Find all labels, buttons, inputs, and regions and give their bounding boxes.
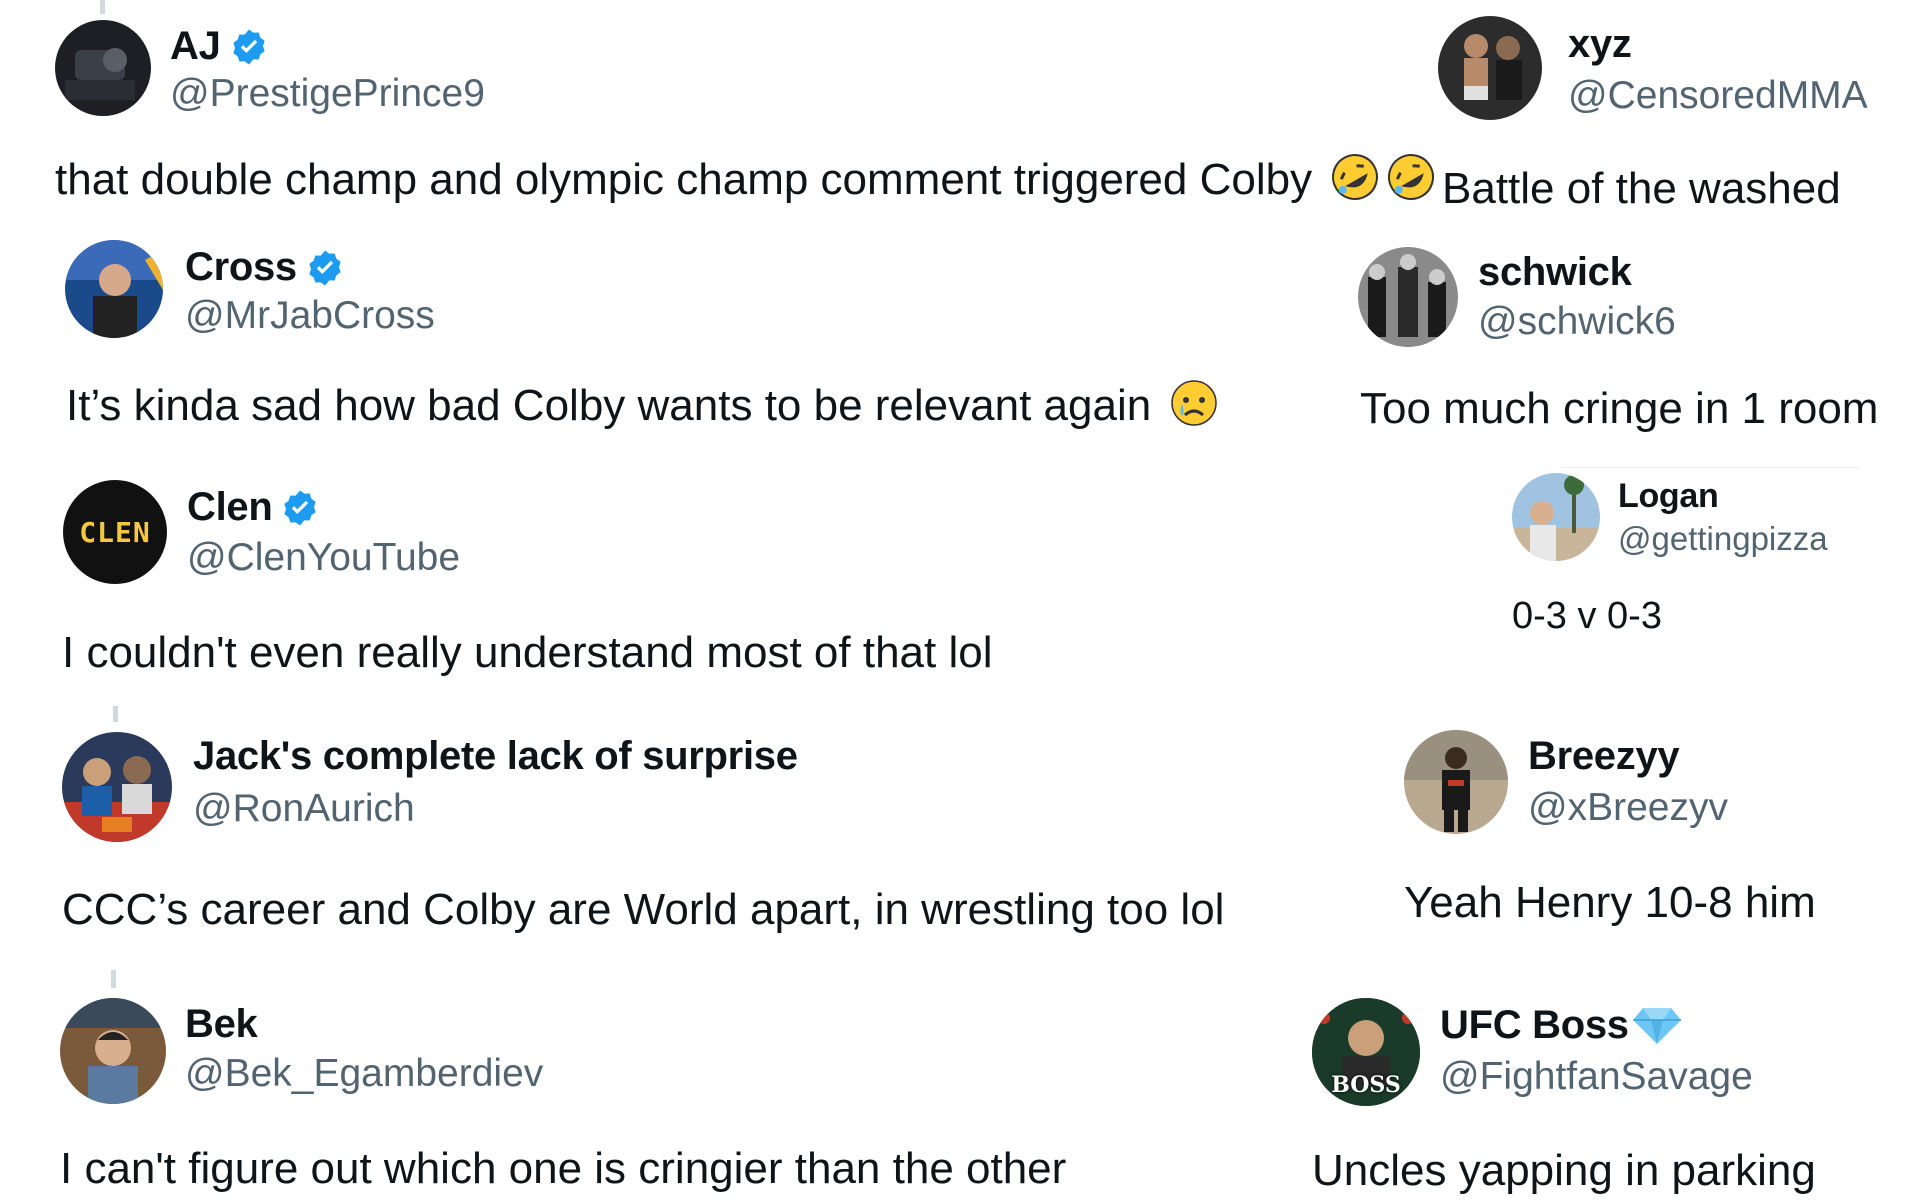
- display-name[interactable]: xyz: [1568, 22, 1632, 67]
- divider: [1560, 467, 1860, 468]
- gem-stone-icon: [1632, 1006, 1681, 1046]
- user-handle[interactable]: @PrestigePrince9: [170, 72, 485, 116]
- user-handle[interactable]: @FightfanSavage: [1440, 1055, 1753, 1099]
- user-handle[interactable]: @MrJabCross: [185, 294, 435, 338]
- tweet-text: that double champ and olympic champ comm…: [55, 152, 1436, 205]
- thread-connector-line: [113, 706, 118, 722]
- user-handle[interactable]: @schwick6: [1478, 300, 1676, 344]
- avatar[interactable]: [1438, 16, 1542, 120]
- user-handle[interactable]: @Bek_Egamberdiev: [185, 1052, 543, 1096]
- user-handle[interactable]: @CensoredMMA: [1568, 74, 1868, 118]
- tweet-text: I can't figure out which one is cringier…: [60, 1144, 1067, 1193]
- tweet-text: CCC’s career and Colby are World apart, …: [62, 885, 1225, 934]
- tweet-text: Uncles yapping in parking: [1312, 1146, 1816, 1195]
- user-handle[interactable]: @xBreezyv: [1528, 786, 1728, 830]
- tweet-text: I couldn't even really understand most o…: [62, 628, 993, 677]
- crying-face-emoji-icon: [1169, 378, 1219, 428]
- avatar-logo-text: BOSS: [1331, 1072, 1401, 1098]
- avatar[interactable]: [1358, 247, 1458, 347]
- avatar[interactable]: [1404, 730, 1508, 834]
- display-name[interactable]: schwick: [1478, 250, 1632, 295]
- verified-badge-icon: [305, 248, 345, 288]
- avatar[interactable]: [65, 240, 163, 338]
- verified-badge-icon: [280, 488, 320, 528]
- tweet-text-content: that double champ and olympic champ comm…: [55, 155, 1313, 204]
- tweet-text: 0-3 v 0-3: [1512, 595, 1662, 637]
- display-name[interactable]: Breezyy: [1528, 734, 1680, 779]
- verified-badge-icon: [229, 27, 269, 67]
- display-name[interactable]: Jack's complete lack of surprise: [193, 734, 798, 779]
- tweet-text: Too much cringe in 1 room: [1360, 384, 1879, 433]
- display-name[interactable]: AJ: [170, 24, 221, 69]
- avatar[interactable]: [60, 998, 166, 1104]
- tweet-text-content: It’s kinda sad how bad Colby wants to be…: [66, 381, 1152, 430]
- rolling-on-floor-laughing-emoji-icon: [1386, 152, 1436, 202]
- user-handle[interactable]: @gettingpizza: [1618, 520, 1828, 558]
- avatar[interactable]: BOSS: [1312, 998, 1420, 1106]
- display-name[interactable]: Bek: [185, 1002, 258, 1047]
- tweet-text: Yeah Henry 10-8 him: [1404, 878, 1816, 927]
- tweet-text: Battle of the washed: [1442, 164, 1841, 213]
- avatar-logo-text: CLEN: [79, 515, 151, 549]
- avatar[interactable]: CLEN: [63, 480, 167, 584]
- thread-connector-line: [100, 0, 105, 14]
- display-name[interactable]: Clen: [187, 485, 273, 530]
- avatar[interactable]: [1512, 473, 1600, 561]
- display-name[interactable]: Logan: [1618, 477, 1719, 516]
- user-handle[interactable]: @RonAurich: [193, 787, 415, 831]
- user-handle[interactable]: @ClenYouTube: [187, 536, 460, 580]
- display-name[interactable]: UFC Boss: [1440, 1003, 1629, 1048]
- thread-connector-line: [111, 970, 116, 988]
- tweet-text: It’s kinda sad how bad Colby wants to be…: [66, 378, 1219, 431]
- avatar[interactable]: [55, 20, 151, 116]
- display-name[interactable]: Cross: [185, 245, 297, 290]
- rolling-on-floor-laughing-emoji-icon: [1330, 152, 1380, 202]
- avatar[interactable]: [62, 732, 172, 842]
